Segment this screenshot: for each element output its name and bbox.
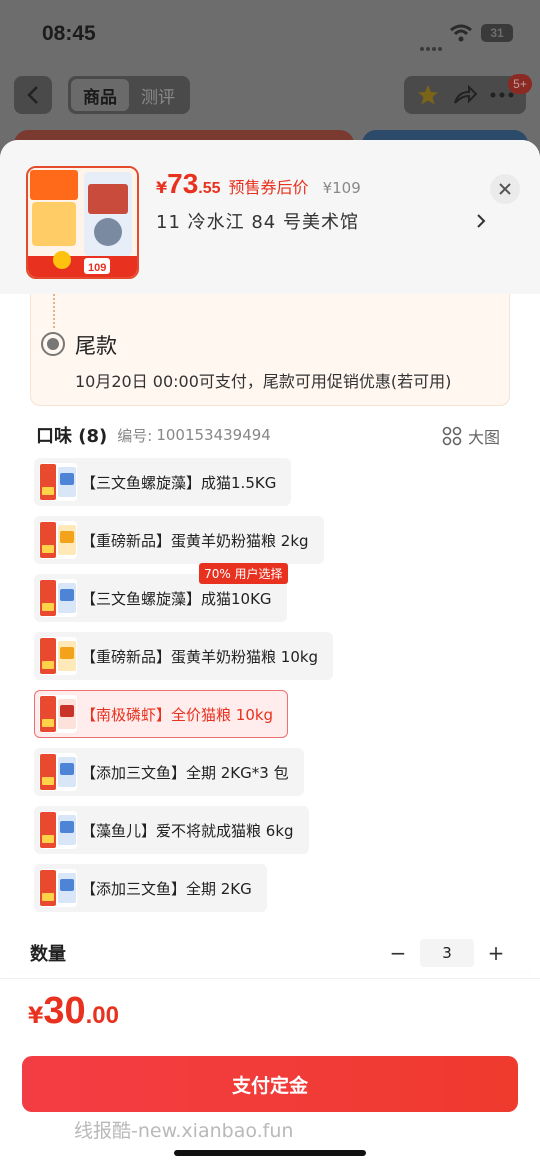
flavor-option-image <box>39 811 77 849</box>
popular-tag: 70% 用户选择 <box>199 563 288 584</box>
timeline-dots <box>53 294 55 328</box>
flavor-option-label: 【重磅新品】蛋黄羊奶粉猫粮 10kg <box>81 647 319 666</box>
total-price: ¥ 30 .00 <box>28 990 119 1033</box>
flavor-option-row: 【重磅新品】蛋黄羊奶粉猫粮 10kg <box>34 632 514 690</box>
price-row: ¥ 73 .55 预售券后价 ¥109 <box>156 168 361 200</box>
signal-icon <box>420 36 444 55</box>
thumb-price: 109 <box>88 262 106 274</box>
flavor-option-image <box>39 637 77 675</box>
close-button[interactable] <box>490 174 520 204</box>
sku-number-label: 编号: <box>117 426 153 445</box>
final-payment-desc: 10月20日 00:00可支付，尾款可用促销优惠(若可用) <box>75 372 452 391</box>
quantity-input[interactable]: 3 <box>420 939 474 967</box>
total-currency: ¥ <box>28 1004 44 1029</box>
flavor-option-image <box>39 753 77 791</box>
flavor-option[interactable]: 【藻鱼儿】爱不将就成猫粮 6kg <box>34 806 309 854</box>
flavor-option-label: 【三文鱼螺旋藻】成猫10KG <box>81 589 272 608</box>
wifi-icon <box>450 24 472 42</box>
final-payment-box: 尾款 10月20日 00:00可支付，尾款可用促销优惠(若可用) <box>30 294 510 406</box>
flavor-option-row: 【三文鱼螺旋藻】成猫1.5KG <box>34 458 514 516</box>
tab-product[interactable]: 商品 <box>71 79 129 111</box>
quantity-row: 数量 − 3 + <box>30 936 510 970</box>
flavor-option-row: 【添加三文鱼】全期 2KG <box>34 864 514 922</box>
sku-sheet: 109 ¥ 73 .55 预售券后价 ¥109 11 冷水江 84 号美术馆 尾… <box>0 140 540 1168</box>
price-currency: ¥ <box>156 178 168 197</box>
flavor-option[interactable]: 【添加三文鱼】全期 2KG <box>34 864 267 912</box>
total-decimal: .00 <box>85 1002 119 1029</box>
close-icon <box>499 183 511 195</box>
chevron-right-icon <box>477 214 486 228</box>
more-icon[interactable] <box>490 91 514 99</box>
flavor-option[interactable]: 【三文鱼螺旋藻】成猫10KG 70% 用户选择 <box>34 563 288 622</box>
tab-review[interactable]: 测评 <box>129 79 187 111</box>
flavor-option[interactable]: 【三文鱼螺旋藻】成猫1.5KG <box>34 458 292 506</box>
star-icon[interactable] <box>416 83 440 107</box>
cart-badge: 5+ <box>508 74 532 94</box>
flavor-option-label: 【重磅新品】蛋黄羊奶粉猫粮 2kg <box>81 531 309 550</box>
flavor-title: 口味 (8) <box>36 426 108 447</box>
original-price: ¥109 <box>322 179 361 197</box>
product-thumbnail[interactable]: 109 <box>26 166 139 279</box>
flavor-option-image <box>39 869 77 907</box>
quantity-stepper: − 3 + <box>384 939 510 967</box>
chevron-left-icon <box>27 86 38 104</box>
flavor-header: 口味 (8) 编号: 100153439494 大图 <box>36 420 500 450</box>
flavor-option-image <box>39 579 77 617</box>
flavor-option-label: 【南极磷虾】全价猫粮 10kg <box>81 705 274 724</box>
final-payment-radio[interactable] <box>41 332 65 356</box>
sheet-header: 109 ¥ 73 .55 预售券后价 ¥109 11 冷水江 84 号美术馆 <box>0 140 540 294</box>
flavor-option-row: 【添加三文鱼】全期 2KG*3 包 <box>34 748 514 806</box>
final-payment-title: 尾款 <box>75 334 117 358</box>
watermark: 线报酷-new.xianbao.fun <box>74 1120 294 1142</box>
price-integer: 73 <box>167 168 199 199</box>
pay-deposit-button[interactable]: 支付定金 <box>22 1056 518 1112</box>
status-bar: 08:45 31 <box>0 0 540 66</box>
status-time: 08:45 <box>42 22 96 45</box>
grid-icon <box>442 426 462 446</box>
delivery-address: 11 冷水江 84 号美术馆 <box>156 212 359 233</box>
home-indicator <box>174 1150 366 1156</box>
presale-label: 预售券后价 <box>228 178 309 197</box>
quantity-label: 数量 <box>30 944 66 965</box>
flavor-option-image <box>39 521 77 559</box>
increase-button[interactable]: + <box>482 939 510 967</box>
divider <box>0 978 540 979</box>
price-decimal: .55 <box>198 180 221 197</box>
flavor-option-image <box>39 463 77 501</box>
tab-switcher: 商品 测评 <box>68 76 190 114</box>
flavor-option-row: 【南极磷虾】全价猫粮 10kg <box>34 690 514 748</box>
decrease-button[interactable]: − <box>384 939 412 967</box>
battery-icon: 31 <box>481 24 513 42</box>
back-button[interactable] <box>14 76 52 114</box>
share-icon[interactable] <box>452 83 478 107</box>
total-integer: 30 <box>43 990 86 1032</box>
flavor-option-image <box>39 695 77 733</box>
flavor-option-row: 【三文鱼螺旋藻】成猫10KG 70% 用户选择 <box>34 563 514 632</box>
flavor-option-label: 【添加三文鱼】全期 2KG*3 包 <box>81 763 289 782</box>
flavor-option[interactable]: 【重磅新品】蛋黄羊奶粉猫粮 10kg <box>34 632 334 680</box>
flavor-option-label: 【三文鱼螺旋藻】成猫1.5KG <box>81 473 277 492</box>
flavor-option-label: 【添加三文鱼】全期 2KG <box>81 879 252 898</box>
flavor-option[interactable]: 【添加三文鱼】全期 2KG*3 包 <box>34 748 304 796</box>
address-row[interactable]: 11 冷水江 84 号美术馆 <box>156 208 486 234</box>
sku-number: 100153439494 <box>156 426 271 444</box>
flavor-option-label: 【藻鱼儿】爱不将就成猫粮 6kg <box>81 821 294 840</box>
big-view-label: 大图 <box>467 428 500 447</box>
flavor-option[interactable]: 【重磅新品】蛋黄羊奶粉猫粮 2kg <box>34 516 324 564</box>
flavor-option-row: 【藻鱼儿】爱不将就成猫粮 6kg <box>34 806 514 864</box>
flavor-options: 【三文鱼螺旋藻】成猫1.5KG 【重磅新品】蛋黄羊奶粉猫粮 2kg 【三文鱼螺旋藻】… <box>34 458 514 922</box>
top-nav: 商品 测评 <box>0 70 540 122</box>
big-view-button[interactable]: 大图 <box>442 424 500 448</box>
flavor-option[interactable]: 【南极磷虾】全价猫粮 10kg <box>34 690 289 738</box>
